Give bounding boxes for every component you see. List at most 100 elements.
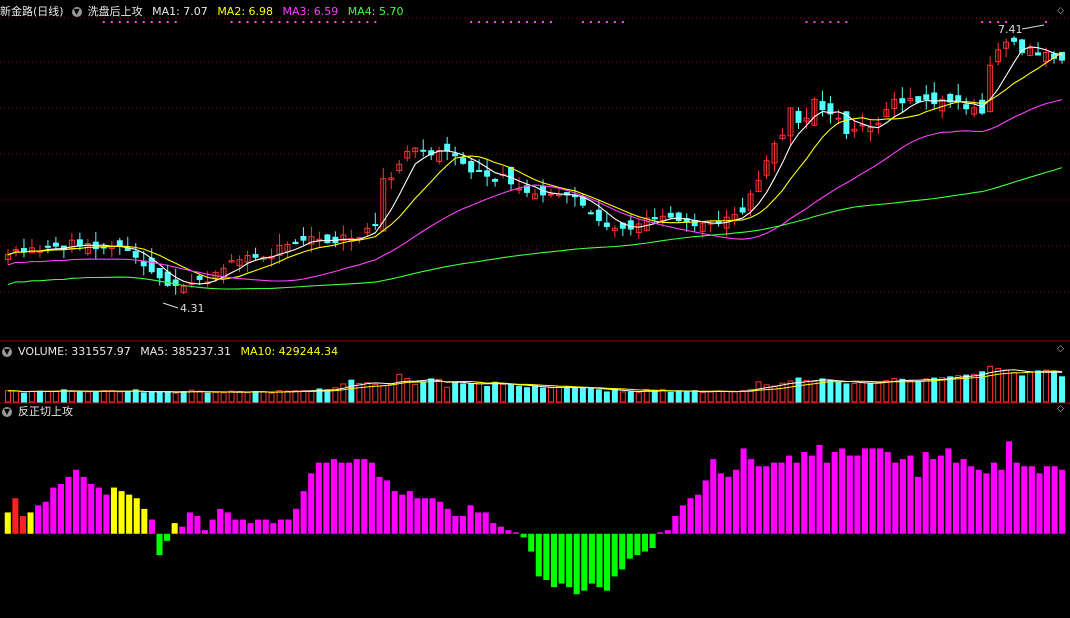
volume-bar (723, 391, 730, 403)
signal-dot (805, 21, 808, 23)
volume-bar (1035, 370, 1042, 403)
volume-bar (811, 380, 818, 403)
oscillator-bar (839, 448, 846, 534)
oscillator-bar (619, 533, 626, 570)
oscillator-bar (505, 530, 512, 534)
signal-dot (358, 21, 361, 23)
oscillator-bar (126, 494, 133, 534)
candle-body (252, 254, 259, 258)
volume-bar (683, 390, 690, 403)
oscillator-bar (1036, 473, 1043, 534)
volume-bar (468, 383, 475, 403)
volume-bar (124, 391, 131, 403)
volume-bar (715, 390, 722, 403)
volume-bar (196, 390, 203, 403)
oscillator-bar (899, 459, 906, 534)
volume-bar (827, 380, 834, 403)
volume-bar (492, 381, 499, 403)
volume-bar (476, 381, 483, 403)
chevron-down-icon[interactable]: ▼ (2, 407, 12, 417)
candle-body (915, 96, 922, 103)
oscillator-bar (224, 512, 231, 534)
volume-bar (60, 389, 67, 403)
volume-bar (228, 390, 235, 403)
oscillator-bar (353, 459, 360, 534)
oscillator-bar (171, 523, 178, 534)
oscillator-bar (103, 494, 110, 534)
signal-dot (526, 21, 529, 23)
candle-body (52, 242, 59, 247)
signal-dot (374, 21, 377, 23)
oscillator-bar (922, 452, 929, 534)
volume-bar (44, 390, 51, 403)
candle-body (899, 98, 906, 104)
volume-bar (460, 383, 467, 403)
oscillator-bar (968, 466, 975, 534)
oscillator-bar (611, 533, 618, 577)
signal-dot (981, 21, 984, 23)
candle-body (124, 248, 131, 251)
oscillator-bar (209, 519, 216, 534)
oscillator-bar (293, 508, 300, 534)
volume-bar (484, 385, 491, 403)
oscillator-bar (930, 459, 937, 534)
oscillator-bar (255, 519, 262, 534)
oscillator-bar (35, 505, 42, 534)
volume-bar (13, 390, 19, 403)
volume-bar (172, 392, 179, 403)
candle-body (739, 207, 746, 213)
oscillator-bar (239, 519, 246, 534)
candle-body (931, 92, 938, 105)
volume-bar (292, 390, 299, 403)
oscillator-bar (983, 473, 990, 534)
volume-bar (867, 382, 874, 403)
signal-dot (366, 21, 369, 23)
signal-dot (254, 21, 257, 23)
oscillator-bar (4, 512, 11, 534)
oscillator-bar (50, 487, 57, 534)
volume-bar (268, 392, 275, 403)
price-high-label: 7.41 (998, 23, 1023, 36)
oscillator-bar (308, 473, 315, 534)
volume-bar (108, 390, 115, 403)
candle-body (691, 219, 698, 227)
oscillator-bar (437, 501, 444, 534)
candle-body (516, 188, 523, 191)
oscillator-bar (672, 516, 679, 534)
signal-dot (989, 21, 992, 23)
signal-dot (486, 21, 489, 23)
signal-dot (238, 21, 241, 23)
oscillator-bar (808, 455, 815, 534)
chevron-down-icon[interactable]: ▼ (71, 7, 82, 17)
oscillator-bar (869, 448, 876, 534)
oscillator-bar (141, 508, 148, 534)
volume-bar (691, 390, 698, 403)
diamond-marker: ◇ (1057, 404, 1064, 414)
signal-dot (821, 21, 824, 23)
oscillator-bar (490, 523, 497, 534)
candle-body (324, 234, 331, 244)
oscillator-bar (232, 519, 239, 534)
volume-bar (356, 383, 363, 403)
oscillator-bar (998, 469, 1005, 534)
oscillator-bar (57, 484, 64, 534)
volume-bar (36, 390, 43, 403)
oscillator-bar (793, 462, 800, 534)
oscillator-name: 反正切上攻 (18, 405, 73, 418)
oscillator-bar (543, 533, 550, 580)
oscillator-bar (330, 459, 338, 534)
signal-dot (813, 21, 816, 23)
volume-bar (851, 383, 858, 403)
candlesticks (5, 35, 1065, 295)
oscillator-bar (27, 512, 34, 534)
signal-dot (829, 21, 832, 23)
volume-bar (500, 383, 507, 403)
oscillator-bar (399, 494, 406, 534)
oscillator-bar (179, 526, 186, 534)
volume-bar (76, 391, 83, 403)
oscillator-bar (566, 533, 573, 588)
chevron-down-icon[interactable]: ▼ (2, 347, 12, 357)
oscillator-bar (467, 505, 474, 534)
volume-bar (212, 391, 219, 403)
candle-body (675, 212, 682, 222)
